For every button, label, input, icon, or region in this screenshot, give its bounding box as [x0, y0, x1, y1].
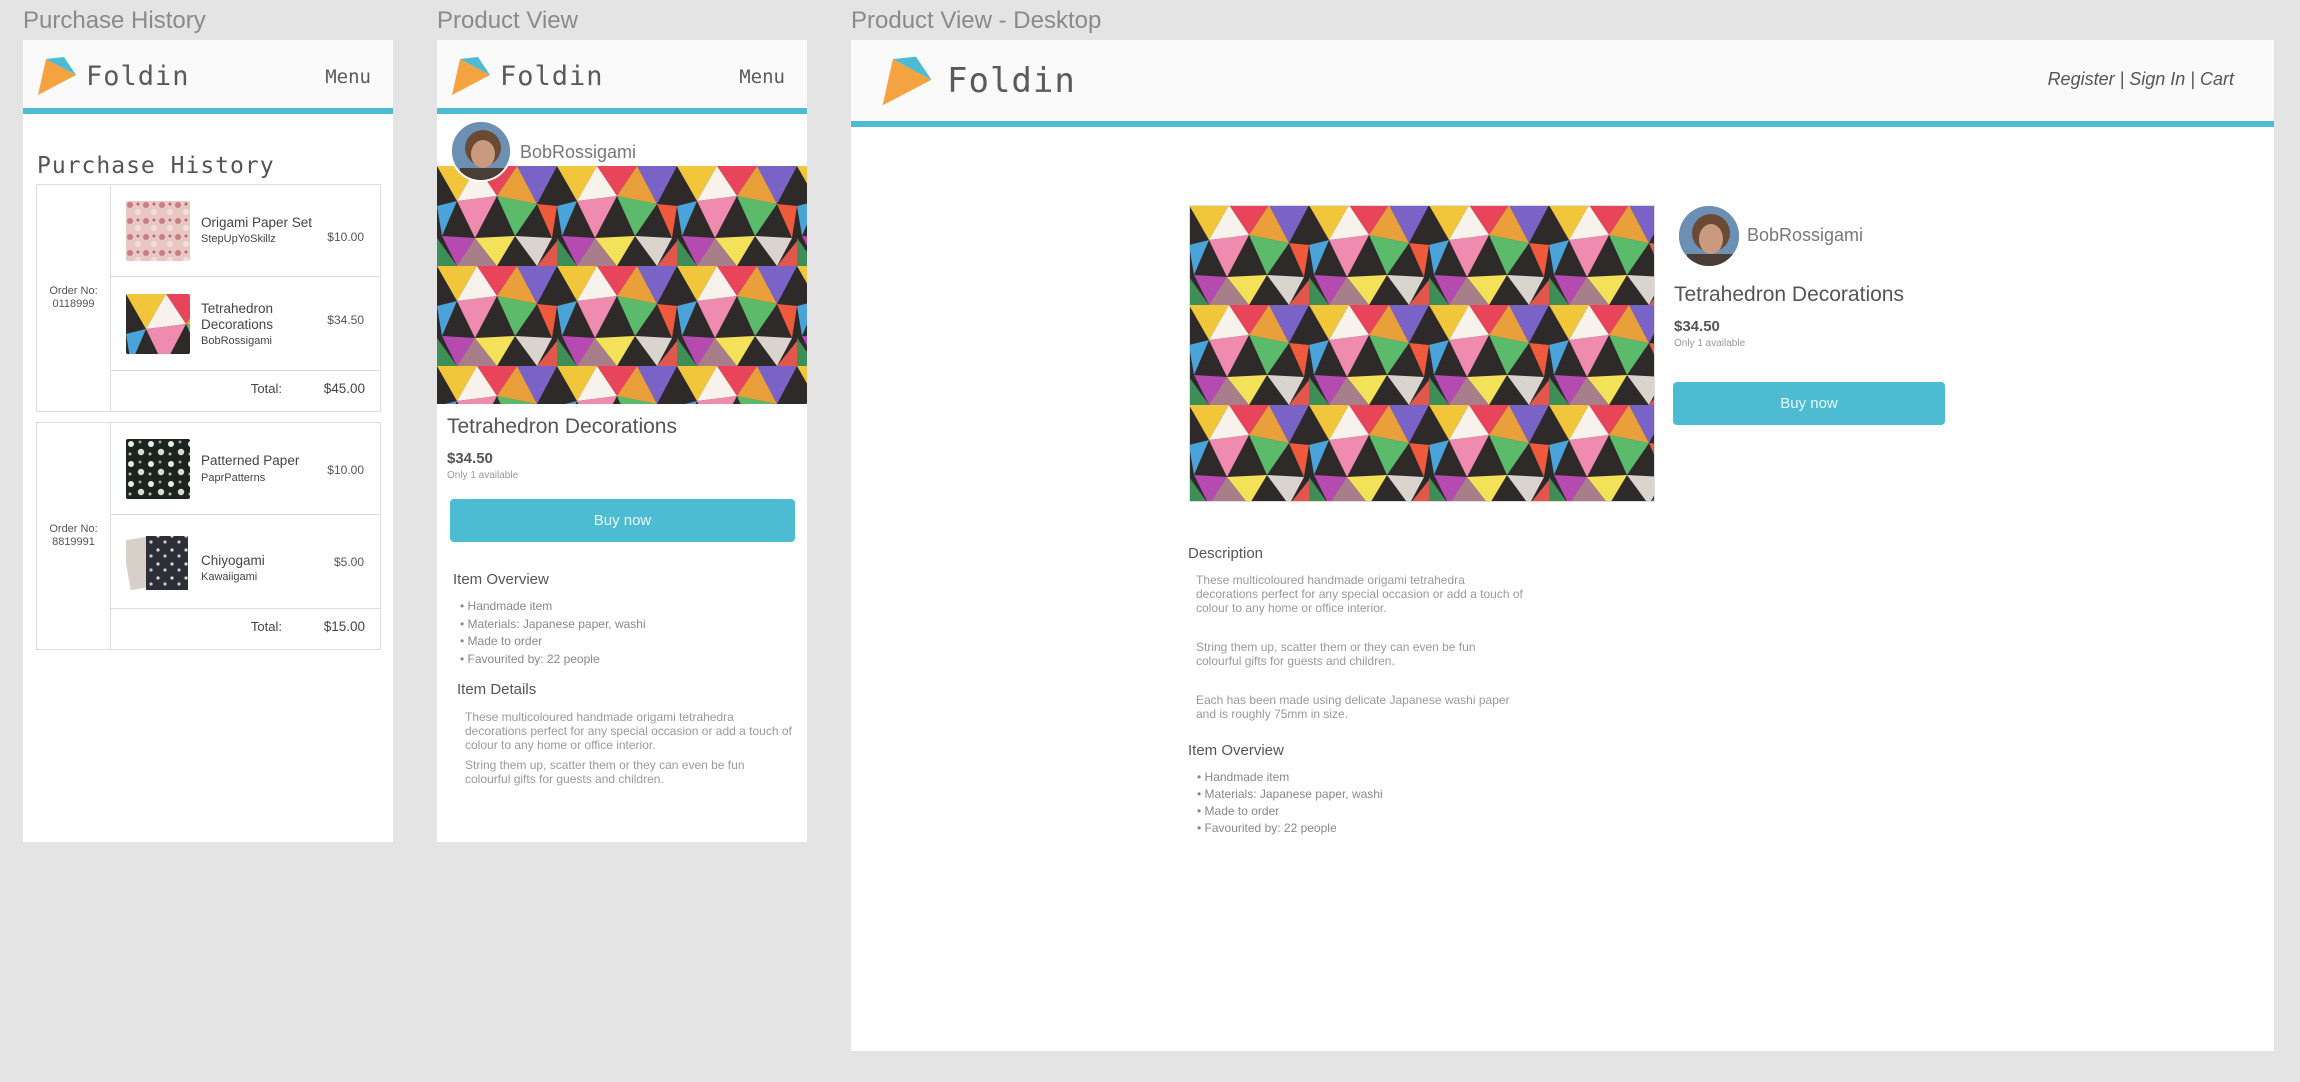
mobile-header: Foldin Menu — [437, 40, 807, 114]
overview-item: • Favourited by: 22 people — [460, 651, 600, 666]
product-price: $34.50 — [447, 450, 493, 467]
order-total-row: Total: $45.00 — [111, 369, 380, 411]
description-title: Description — [1188, 545, 1264, 562]
item-name: Tetrahedron Decorations — [201, 301, 274, 332]
logo-text: Foldin — [947, 61, 1076, 101]
logo-text: Foldin — [86, 60, 190, 92]
foldin-logo-icon — [452, 57, 490, 95]
product-title: Tetrahedron Decorations — [447, 415, 677, 438]
chiyogami-thumb-icon — [126, 535, 188, 591]
item-price: $10.00 — [327, 230, 364, 244]
buy-now-button[interactable]: Buy now — [450, 499, 795, 542]
product-image[interactable] — [1189, 205, 1655, 502]
order-number-label: Order No: — [49, 523, 98, 535]
item-seller: BobRossigami — [201, 335, 272, 347]
item-seller: StepUpYoSkillz — [201, 233, 276, 245]
item-overview-list: • Handmade item • Materials: Japanese pa… — [1197, 769, 1383, 837]
item-price: $34.50 — [327, 313, 364, 327]
seller-avatar-icon — [1679, 206, 1739, 266]
order-card: Order No: 0118999 Origami Paper Set Step… — [36, 184, 381, 412]
foldin-logo-icon — [882, 56, 932, 106]
logo[interactable]: Foldin — [36, 55, 190, 97]
overview-item: • Made to order — [460, 634, 543, 648]
order-item[interactable]: Origami Paper Set StepUpYoSkillz $10.00 — [111, 185, 380, 277]
item-details-paragraph: String them up, scatter them or they can… — [465, 758, 745, 786]
product-view-desktop-artboard: Foldin Register | Sign In | Cart BobRoss… — [851, 40, 2274, 1051]
description-paragraph: Each has been made using delicate Japane… — [1196, 693, 1510, 721]
item-seller: PaprPatterns — [201, 472, 266, 484]
logo[interactable]: Foldin — [879, 54, 1076, 108]
item-overview-title: Item Overview — [1188, 742, 1284, 759]
item-details-title: Item Details — [457, 681, 537, 698]
menu-link[interactable]: Menu — [739, 66, 785, 88]
seller-name[interactable]: BobRossigami — [520, 142, 636, 163]
order-item[interactable]: Tetrahedron Decorations BobRossigami $34… — [111, 277, 380, 371]
product-price: $34.50 — [1674, 318, 1720, 335]
patterned-paper-thumb-icon — [126, 439, 190, 499]
order-number-value: 8819991 — [52, 536, 95, 548]
logo-text: Foldin — [500, 60, 604, 92]
product-title: Tetrahedron Decorations — [1674, 283, 1904, 306]
artboard-title-product-view-desktop: Product View - Desktop — [851, 7, 1102, 34]
description-paragraph: These multicoloured handmade origami tet… — [1196, 573, 1523, 615]
purchase-history-artboard: Foldin Menu Purchase History Order No: 0… — [23, 40, 393, 842]
overview-item: • Materials: Japanese paper, washi — [460, 616, 646, 631]
item-details-paragraph: These multicoloured handmade origami tet… — [465, 710, 792, 752]
foldin-logo-icon — [38, 57, 76, 95]
buy-now-button[interactable]: Buy now — [1673, 382, 1945, 425]
item-seller: Kawaiigami — [201, 571, 258, 583]
product-image[interactable] — [437, 166, 807, 404]
total-label: Total: — [250, 381, 282, 396]
artboard-title-purchase-history: Purchase History — [23, 7, 206, 34]
total-label: Total: — [250, 619, 282, 634]
overview-item: • Handmade item — [1197, 770, 1290, 784]
item-name: Chiyogami — [201, 553, 265, 568]
order-number-label: Order No: — [49, 285, 98, 297]
availability: Only 1 available — [447, 470, 519, 481]
order-card: Order No: 8819991 Patterned Paper PaprPa… — [36, 422, 381, 650]
avatar[interactable] — [1677, 204, 1741, 268]
seller-name[interactable]: BobRossigami — [1747, 225, 1863, 246]
description-paragraph: String them up, scatter them or they can… — [1196, 640, 1476, 668]
item-name: Patterned Paper — [201, 453, 300, 468]
menu-link[interactable]: Menu — [325, 66, 371, 88]
order-number: Order No: 0118999 — [37, 185, 111, 411]
page-title: Purchase History — [37, 153, 275, 179]
overview-item: • Favourited by: 22 people — [1197, 821, 1337, 835]
account-nav-links[interactable]: Register | Sign In | Cart — [2048, 69, 2234, 90]
item-name: Origami Paper Set — [201, 215, 313, 230]
overview-item: • Handmade item — [460, 599, 553, 613]
total-value: $45.00 — [323, 381, 365, 396]
order-number: Order No: 8819991 — [37, 423, 111, 649]
order-item[interactable]: Chiyogami Kawaiigami $5.00 — [111, 515, 380, 609]
product-view-mobile-artboard: Foldin Menu BobRossigami Tetrahedron Dec… — [437, 40, 807, 842]
origami-paper-set-thumb-icon — [126, 201, 190, 261]
mobile-header: Foldin Menu — [23, 40, 393, 114]
logo[interactable]: Foldin — [450, 55, 604, 97]
order-total-row: Total: $15.00 — [111, 607, 380, 649]
overview-item: • Made to order — [1197, 804, 1280, 818]
availability: Only 1 available — [1674, 338, 1746, 349]
desktop-header: Foldin Register | Sign In | Cart — [851, 40, 2274, 127]
order-number-value: 0118999 — [52, 298, 95, 310]
avatar[interactable] — [450, 120, 512, 182]
overview-item: • Materials: Japanese paper, washi — [1197, 787, 1383, 801]
item-price: $5.00 — [333, 555, 364, 569]
tetrahedron-thumb-icon — [126, 294, 190, 354]
total-value: $15.00 — [323, 619, 365, 634]
item-overview-title: Item Overview — [453, 571, 549, 588]
item-price: $10.00 — [327, 463, 364, 477]
artboard-title-product-view: Product View — [437, 7, 578, 34]
order-item[interactable]: Patterned Paper PaprPatterns $10.00 — [111, 423, 380, 515]
item-overview-list: • Handmade item • Materials: Japanese pa… — [460, 598, 646, 668]
